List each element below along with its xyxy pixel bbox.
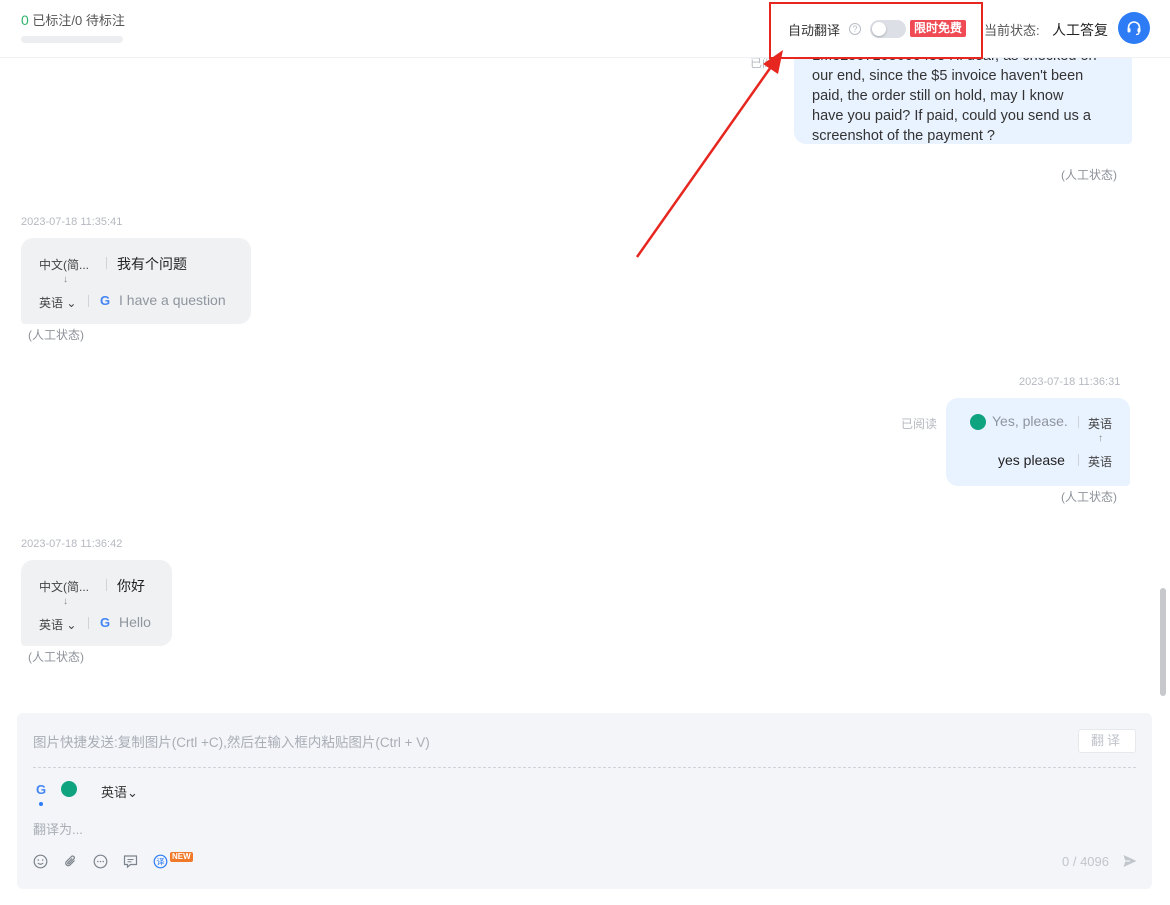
message-timestamp: 2023-07-18 11:36:42: [21, 538, 123, 550]
outgoing-message: Yes, please. 英语 ↑ yes please 英语: [946, 398, 1130, 486]
current-status-value: 人工答复: [1052, 22, 1108, 38]
message-line: LM32507105600488 Hi dear, as checked on: [812, 58, 1116, 66]
limited-free-badge: 限时免费: [910, 20, 967, 37]
annotation-count-text: 已标注/0 待标注: [28, 13, 125, 28]
chevron-down-icon: ⌄: [127, 785, 138, 800]
character-count: 0 / 4096: [1062, 854, 1109, 869]
emoji-icon[interactable]: [32, 853, 48, 869]
language-label: 英语: [1088, 417, 1113, 431]
divider: [33, 767, 1136, 768]
chat-messages[interactable]: 已阅 LM32507105600488 Hi dear, as checked …: [0, 58, 1158, 710]
chat-header: 0 已标注/0 待标注 自动翻译 ? 限时免费 当前状态: 人工答复: [0, 0, 1170, 58]
divider: [88, 295, 89, 307]
divider: [106, 257, 107, 269]
source-language[interactable]: 中文(简...: [39, 256, 89, 273]
target-language-label: 英语: [39, 618, 64, 632]
svg-text:译: 译: [156, 857, 164, 866]
original-text: 我有个问题: [117, 256, 187, 272]
chevron-down-icon: ⌄: [66, 296, 77, 310]
selected-engine-indicator: [39, 802, 43, 806]
attachment-icon[interactable]: [62, 853, 78, 869]
read-mark: 已阅: [750, 58, 775, 70]
translate-arrow-icon: ↓: [63, 596, 68, 607]
incoming-message: 中文(简... 你好 ↓ 英语 ⌄ G Hello: [21, 560, 172, 646]
agent-status-button[interactable]: [1118, 12, 1150, 44]
target-language-select[interactable]: 英语 ⌄: [39, 616, 76, 633]
chevron-down-icon: ⌄: [66, 618, 77, 632]
send-icon[interactable]: [1122, 853, 1138, 874]
outgoing-message: LM32507105600488 Hi dear, as checked on …: [794, 58, 1132, 144]
language-label: 英语: [1088, 455, 1113, 469]
original-text: yes please: [998, 452, 1065, 468]
translate-arrow-icon: ↓: [63, 274, 68, 285]
quick-reply-icon[interactable]: [92, 853, 108, 869]
google-engine-icon[interactable]: G: [34, 783, 48, 797]
translated-text: Hello: [119, 614, 151, 630]
translate-button[interactable]: 翻译: [1078, 729, 1136, 753]
message-timestamp: 2023-07-18 11:35:41: [21, 216, 123, 228]
divider: [106, 579, 107, 591]
message-state: (人工状态): [1061, 168, 1117, 182]
comment-icon[interactable]: [122, 853, 138, 869]
chatgpt-icon: [970, 414, 986, 430]
incoming-message: 中文(简... 我有个问题 ↓ 英语 ⌄ G I have a question: [21, 238, 251, 324]
target-language-select[interactable]: 英语 ⌄: [39, 294, 76, 311]
translation-input[interactable]: 翻译为...: [33, 819, 83, 838]
read-mark: 已阅读: [901, 417, 938, 431]
message-state: (人工状态): [28, 328, 84, 342]
help-icon[interactable]: ?: [849, 23, 861, 35]
original-text: 你好: [117, 578, 145, 594]
message-line: have you paid? If paid, could you send u…: [812, 108, 1091, 124]
google-translate-icon: G: [99, 615, 111, 630]
source-language[interactable]: 中文(简...: [39, 578, 89, 595]
new-badge: NEW: [170, 852, 193, 862]
auto-translate-label: 自动翻译: [788, 23, 841, 38]
message-state: (人工状态): [1061, 490, 1117, 504]
target-language-select[interactable]: 英语⌄: [101, 782, 138, 801]
divider: [1078, 454, 1079, 466]
translated-text: Yes, please.: [992, 413, 1068, 429]
translate-icon[interactable]: 译: [152, 853, 168, 869]
divider: [88, 617, 89, 629]
translated-text: I have a question: [119, 292, 226, 308]
annotation-count: 0 已标注/0 待标注: [21, 10, 125, 29]
message-input[interactable]: 图片快捷发送:复制图片(Crtl +C),然后在输入框内粘贴图片(Ctrl + …: [33, 731, 430, 751]
chatgpt-engine-icon[interactable]: [61, 781, 77, 797]
annotation-progress-bar: [21, 36, 123, 43]
message-line: our end, since the $5 invoice haven't be…: [812, 68, 1084, 84]
message-composer: 图片快捷发送:复制图片(Crtl +C),然后在输入框内粘贴图片(Ctrl + …: [17, 713, 1152, 889]
message-line: paid, the order still on hold, may I kno…: [812, 88, 1064, 104]
annotated-count: 0: [21, 12, 29, 28]
message-line: screenshot of the payment ?: [812, 128, 995, 144]
message-state: (人工状态): [28, 650, 84, 664]
auto-translate-toggle[interactable]: [870, 20, 906, 38]
current-status-label: 当前状态:: [984, 23, 1040, 38]
headset-icon: [1127, 21, 1141, 36]
translate-arrow-icon: ↑: [1098, 433, 1103, 444]
target-language-label: 英语: [39, 296, 64, 310]
divider: [1078, 416, 1079, 428]
chat-scrollbar[interactable]: [1160, 588, 1166, 696]
toggle-knob: [872, 22, 886, 36]
message-timestamp: 2023-07-18 11:36:31: [1019, 376, 1121, 388]
google-translate-icon: G: [99, 293, 111, 308]
target-language-label: 英语: [101, 785, 128, 800]
